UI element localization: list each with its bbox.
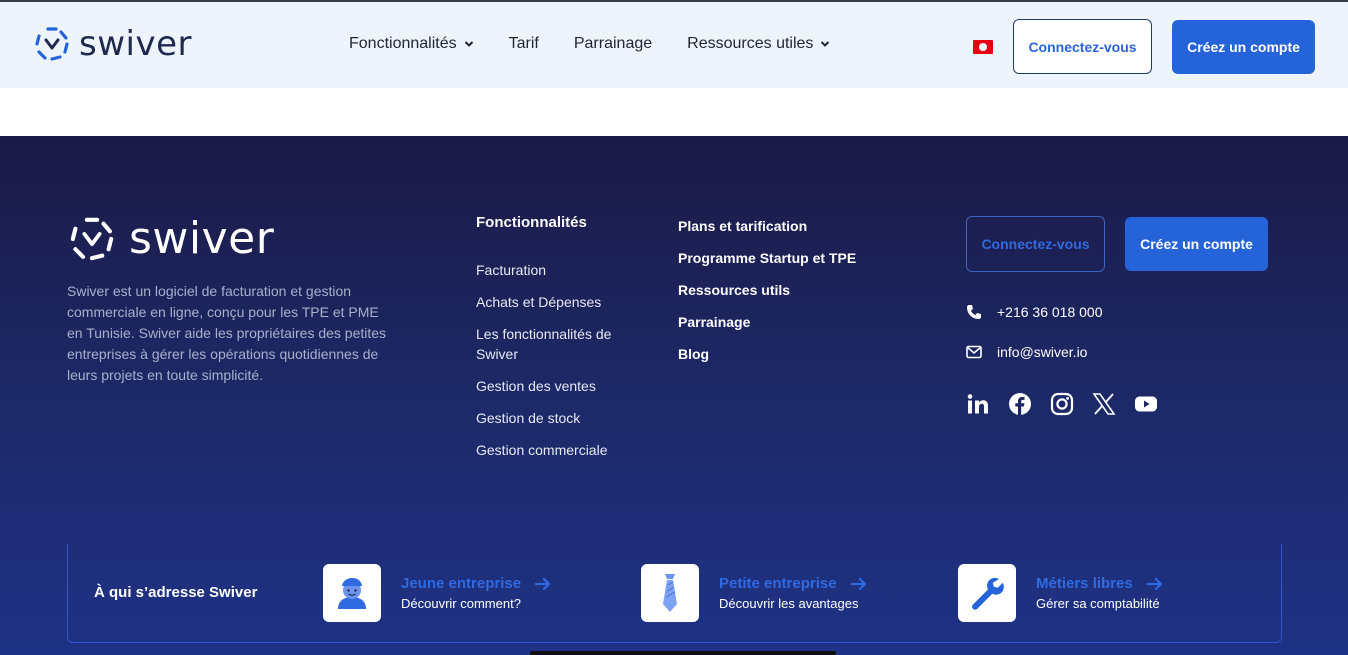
- footer-login-button[interactable]: Connectez-vous: [966, 216, 1105, 272]
- footer-link-stock[interactable]: Gestion de stock: [476, 408, 636, 428]
- footer-link-ressources[interactable]: Ressources utils: [678, 282, 856, 314]
- phone-number: +216 36 018 000: [997, 304, 1103, 320]
- audience-card-subtitle: Découvrir comment?: [401, 596, 521, 611]
- nav-item-parrainage[interactable]: Parrainage: [574, 35, 652, 53]
- social-links: [966, 392, 1176, 416]
- footer-link-fonctionnalites[interactable]: Les fonctionnalités de Swiver: [476, 324, 636, 364]
- facebook-icon[interactable]: [1008, 392, 1032, 416]
- chevron-down-icon: [821, 41, 830, 47]
- nav-item-ressources[interactable]: Ressources utiles: [687, 35, 831, 53]
- footer-link-parrainage[interactable]: Parrainage: [678, 314, 856, 346]
- footer-link-blog[interactable]: Blog: [678, 346, 856, 378]
- nav-label: Parrainage: [573, 35, 653, 52]
- footer-link-startup[interactable]: Programme Startup et TPE: [678, 250, 856, 282]
- audience-card-subtitle: Gérer sa comptabilité: [1036, 596, 1160, 611]
- footer-logo[interactable]: swiver: [67, 216, 274, 262]
- header-brand-name: swiver: [79, 24, 192, 64]
- audience-card-metiers-libres[interactable]: Métiers libres Gérer sa comptabilité: [958, 564, 1163, 622]
- contact-email[interactable]: info@swiver.io: [966, 344, 1087, 360]
- phone-icon: [966, 304, 982, 320]
- swiver-logo-icon: [70, 217, 114, 261]
- audience-box: À qui s’adresse Swiver Jeune entreprise …: [67, 544, 1282, 643]
- linkedin-icon[interactable]: [966, 392, 990, 416]
- youtube-icon[interactable]: [1134, 392, 1158, 416]
- wrench-icon: [958, 564, 1016, 622]
- young-person-icon: [323, 564, 381, 622]
- footer-links: Plans et tarification Programme Startup …: [678, 218, 856, 378]
- nav-item-fonctionnalites[interactable]: Fonctionnalités: [349, 35, 475, 53]
- footer-signup-button[interactable]: Créez un compte: [1125, 217, 1268, 271]
- chevron-down-icon: [464, 41, 473, 47]
- header-login-button[interactable]: Connectez-vous: [1013, 19, 1152, 74]
- audience-card-subtitle: Découvrir les avantages: [719, 596, 859, 611]
- features-links: Facturation Achats et Dépenses Les fonct…: [476, 260, 636, 472]
- footer-link-commerciale[interactable]: Gestion commerciale: [476, 440, 636, 460]
- header-signup-button[interactable]: Créez un compte: [1172, 20, 1315, 74]
- horizontal-scrollbar[interactable]: [530, 651, 836, 655]
- footer-link-ventes[interactable]: Gestion des ventes: [476, 376, 636, 396]
- audience-card-title: Jeune entreprise: [401, 575, 522, 592]
- tunisia-flag-icon[interactable]: [973, 40, 993, 54]
- nav-label: Tarif: [508, 35, 539, 52]
- instagram-icon[interactable]: [1050, 392, 1074, 416]
- main-nav: Fonctionnalités Tarif Parrainage Ressour…: [349, 35, 831, 53]
- audience-card-jeune-entreprise[interactable]: Jeune entreprise Découvrir comment?: [323, 564, 551, 622]
- footer-link-facturation[interactable]: Facturation: [476, 260, 636, 280]
- contact-phone[interactable]: +216 36 018 000: [966, 304, 1103, 320]
- nav-label: Ressources utiles: [687, 35, 814, 52]
- audience-card-title: Métiers libres: [1036, 575, 1133, 592]
- x-icon[interactable]: [1092, 392, 1116, 416]
- tie-icon: [641, 564, 699, 622]
- swiver-logo-icon: [35, 27, 69, 61]
- footer-brand-name: swiver: [129, 213, 275, 264]
- features-title: Fonctionnalités: [476, 214, 587, 231]
- email-address: info@swiver.io: [997, 344, 1088, 360]
- site-footer: swiver Swiver est un logiciel de factura…: [0, 136, 1348, 655]
- header-logo[interactable]: swiver: [34, 26, 192, 62]
- arrow-right-icon: [850, 577, 866, 590]
- mail-icon: [966, 344, 982, 360]
- nav-label: Fonctionnalités: [349, 35, 457, 52]
- arrow-right-icon: [535, 577, 551, 590]
- audience-card-title: Petite entreprise: [719, 575, 837, 592]
- site-header: swiver Fonctionnalités Tarif Parrainage …: [0, 2, 1348, 88]
- nav-item-tarif[interactable]: Tarif: [509, 35, 539, 53]
- arrow-right-icon: [1146, 577, 1162, 590]
- footer-link-plans[interactable]: Plans et tarification: [678, 218, 856, 250]
- audience-title: À qui s’adresse Swiver: [94, 584, 258, 601]
- footer-link-achats[interactable]: Achats et Dépenses: [476, 292, 636, 312]
- about-text: Swiver est un logiciel de facturation et…: [67, 283, 387, 383]
- audience-card-petite-entreprise[interactable]: Petite entreprise Découvrir les avantage…: [641, 564, 867, 622]
